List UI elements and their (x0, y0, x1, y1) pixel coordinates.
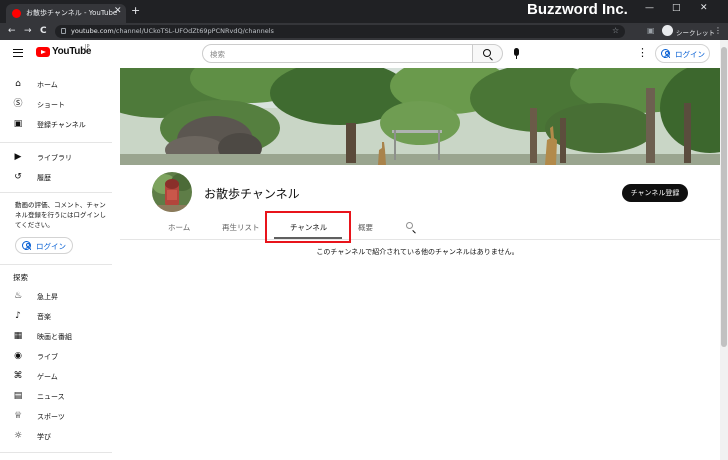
sidebar-item-music[interactable]: ♪ 音楽 (0, 306, 112, 326)
back-icon[interactable]: ← (8, 25, 16, 37)
subscriptions-icon: ▣ (13, 119, 23, 129)
sidebar-item-home[interactable]: ⌂ ホーム (0, 74, 112, 94)
tab-close-icon[interactable]: ✕ (114, 6, 122, 16)
sidebar-item-label: ライブラリ (37, 154, 72, 162)
home-icon: ⌂ (15, 79, 21, 89)
forward-icon[interactable]: → (24, 25, 32, 37)
sidebar-item-movies[interactable]: ▦ 映画と番組 (0, 326, 112, 346)
address-bar[interactable]: youtube.com/channel/UCkoTSL-UFOdZt69pPCN… (55, 25, 625, 38)
shorts-icon: Ⓢ (13, 99, 23, 109)
channel-name: お散歩チャンネル (204, 187, 300, 201)
sidebar-item-label: ホーム (37, 81, 58, 89)
url-path: /channel/UCkoTSL-UFOdZt69pPCNRvdQ/channe… (113, 27, 274, 35)
sidebar-divider (0, 452, 112, 453)
sidebar-item-label: 映画と番組 (37, 333, 72, 341)
gaming-icon: ⌘ (13, 371, 23, 381)
sidebar-item-label: ゲーム (37, 373, 58, 381)
sidebar-item-subscriptions[interactable]: ▣ 登録チャンネル (0, 114, 112, 134)
sidebar-item-news[interactable]: ▤ ニュース (0, 386, 112, 406)
tab-title: お散歩チャンネル - YouTube (26, 9, 118, 17)
scrollbar-thumb[interactable] (721, 47, 727, 347)
tabs-divider (120, 239, 720, 240)
watermark-logo: Buzzword Inc. (527, 1, 628, 18)
youtube-header: YouTube JP 検索 ⋮ ログイン (0, 40, 720, 68)
history-icon: ↺ (14, 172, 22, 182)
header-login-label: ログイン (675, 50, 705, 59)
minimize-icon[interactable]: — (645, 3, 654, 13)
new-tab-button[interactable]: + (131, 5, 140, 16)
news-icon: ▤ (13, 391, 23, 401)
sidebar-item-trending[interactable]: ♨ 急上昇 (0, 286, 112, 306)
tab-about[interactable]: 概要 (358, 222, 373, 233)
sidebar-item-label: 登録チャンネル (37, 121, 86, 129)
sidebar: ⌂ ホーム Ⓢ ショート ▣ 登録チャンネル ▶ ライブラリ ↺ 履歴 動画の評… (0, 68, 112, 460)
sidebar-item-history[interactable]: ↺ 履歴 (0, 167, 112, 187)
annotation-highlight-box (265, 211, 351, 243)
sidebar-item-label: 履歴 (37, 174, 51, 182)
incognito-label: シークレット (676, 29, 715, 37)
sidebar-item-label: スポーツ (37, 413, 65, 421)
header-login-button[interactable]: ログイン (655, 44, 710, 63)
sidebar-item-label: ニュース (37, 393, 65, 401)
incognito-icon[interactable] (662, 25, 673, 36)
microphone-icon[interactable] (514, 48, 519, 59)
youtube-favicon-icon (12, 9, 21, 18)
maximize-icon[interactable]: □ (672, 3, 681, 13)
search-placeholder: 検索 (210, 50, 225, 59)
browser-toolbar: ← → C youtube.com/channel/UCkoTSL-UFOdZt… (0, 23, 728, 40)
trending-icon: ♨ (13, 291, 23, 301)
logo-region-code: JP (85, 44, 90, 50)
sidebar-divider (0, 192, 112, 193)
movies-icon: ▦ (13, 331, 23, 341)
sidebar-item-shorts[interactable]: Ⓢ ショート (0, 94, 112, 114)
sidebar-login-note: 動画の評価、コメント、チャンネル登録を行うにはログインしてください。 (15, 201, 106, 229)
channel-avatar[interactable] (152, 172, 192, 212)
star-icon[interactable]: ☆ (612, 26, 619, 36)
url-text: youtube.com/channel/UCkoTSL-UFOdZt69pPCN… (71, 27, 274, 35)
side-panel-icon[interactable]: ▣ (647, 26, 655, 36)
sidebar-item-learning[interactable]: ☼ 学び (0, 426, 112, 446)
search-button[interactable] (473, 44, 503, 63)
library-icon: ▶ (14, 152, 22, 162)
lock-icon (61, 28, 66, 34)
learning-icon: ☼ (13, 431, 23, 441)
empty-channels-message: このチャンネルで紹介されている他のチャンネルはありません。 (316, 248, 519, 256)
window-close-icon[interactable]: ✕ (700, 3, 708, 13)
hamburger-menu-icon[interactable] (13, 49, 23, 57)
tab-home[interactable]: ホーム (168, 222, 190, 233)
sidebar-item-label: 学び (37, 433, 51, 441)
sidebar-item-live[interactable]: ◉ ライブ (0, 346, 112, 366)
search-icon (483, 49, 491, 57)
sports-icon: ♕ (13, 411, 23, 421)
sidebar-divider (0, 264, 112, 265)
sidebar-item-label: 音楽 (37, 313, 51, 321)
sidebar-divider (0, 142, 112, 143)
tab-playlists[interactable]: 再生リスト (222, 222, 260, 233)
browser-menu-icon[interactable]: ⋮ (714, 26, 722, 36)
settings-more-icon[interactable]: ⋮ (637, 47, 648, 59)
url-domain: youtube.com (71, 27, 114, 35)
live-icon: ◉ (14, 351, 22, 361)
sidebar-item-library[interactable]: ▶ ライブラリ (0, 147, 112, 167)
explore-heading: 探索 (13, 273, 28, 282)
sidebar-item-label: 急上昇 (37, 293, 58, 301)
sidebar-item-label: ライブ (37, 353, 58, 361)
music-icon: ♪ (15, 311, 21, 321)
subscribe-button[interactable]: チャンネル登録 (622, 184, 688, 202)
youtube-logo-icon[interactable] (36, 47, 50, 57)
sidebar-item-label: ショート (37, 101, 65, 109)
channel-banner-image (120, 68, 720, 165)
channel-search-icon[interactable] (406, 222, 413, 229)
search-input[interactable]: 検索 (202, 44, 473, 63)
sidebar-item-sports[interactable]: ♕ スポーツ (0, 406, 112, 426)
browser-titlebar: お散歩チャンネル - YouTube ✕ + Buzzword Inc. — □… (0, 0, 728, 23)
account-icon (661, 49, 670, 58)
browser-tab[interactable]: お散歩チャンネル - YouTube ✕ (6, 4, 126, 23)
reload-icon[interactable]: C (40, 25, 47, 37)
sidebar-item-gaming[interactable]: ⌘ ゲーム (0, 366, 112, 386)
